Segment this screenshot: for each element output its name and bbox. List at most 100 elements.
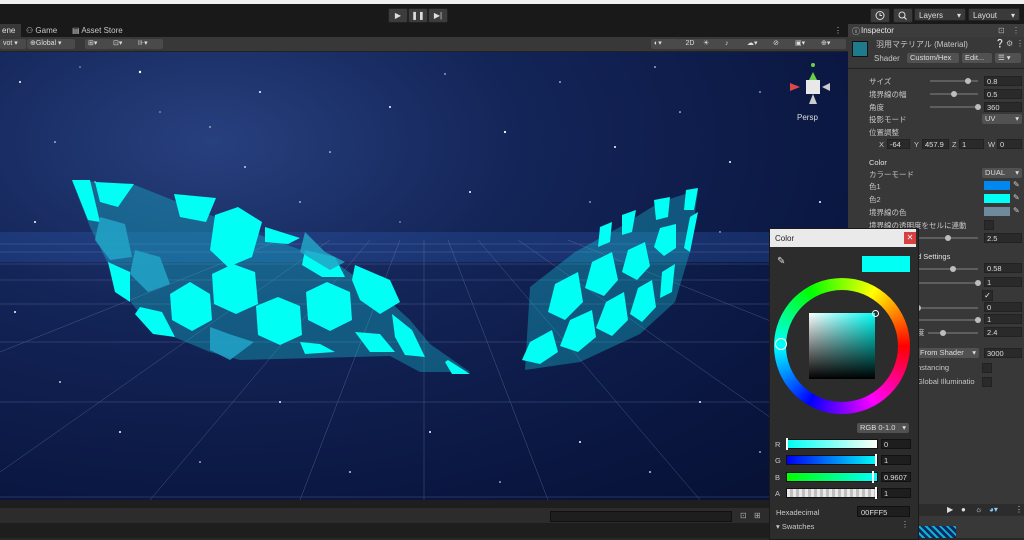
- link-opacity-field[interactable]: 2.5: [984, 233, 1022, 243]
- help-icon[interactable]: ❔: [995, 39, 1005, 48]
- tab-asset-store[interactable]: ▤ Asset Store: [72, 24, 123, 37]
- more-options-icon[interactable]: ⋮: [901, 520, 909, 529]
- border-width-field[interactable]: 0.5: [984, 89, 1022, 99]
- b-field[interactable]: 0.9607: [881, 472, 911, 482]
- search-input[interactable]: [550, 511, 732, 522]
- inspector-tab-label[interactable]: Inspector: [861, 26, 894, 35]
- scene-view[interactable]: Persp: [0, 52, 848, 500]
- angle-slider-knob[interactable]: [975, 104, 981, 110]
- adv-slider-4[interactable]: [918, 319, 978, 321]
- close-icon[interactable]: ✕: [904, 232, 916, 244]
- pause-button[interactable]: ❚❚: [408, 8, 428, 23]
- pos-z-field[interactable]: 1: [959, 139, 984, 149]
- eyedropper-icon[interactable]: ✎: [1013, 180, 1020, 189]
- g-field[interactable]: 1: [881, 455, 911, 465]
- color-mode-dropdown[interactable]: DUAL ▾: [982, 168, 1022, 178]
- border-width-slider-knob[interactable]: [951, 91, 957, 97]
- step-button[interactable]: ▶|: [428, 8, 448, 23]
- lighting-icon[interactable]: ☀: [700, 39, 724, 49]
- lock-icon[interactable]: ⊡: [740, 511, 749, 520]
- r-slider-knob[interactable]: [786, 438, 788, 450]
- tab-game[interactable]: ⚇ Game: [26, 24, 57, 37]
- link-opacity-slider-knob[interactable]: [945, 235, 951, 241]
- shape-dropdown-icon[interactable]: ◕▾: [989, 505, 998, 514]
- adv-slider-1-knob[interactable]: [949, 266, 956, 272]
- sv-picker-handle[interactable]: [872, 310, 879, 317]
- shader-dropdown[interactable]: Custom/Hex: [907, 53, 959, 63]
- draw-mode-icon[interactable]: ◐▾: [651, 39, 679, 49]
- shader-menu-button[interactable]: ☰ ▾: [995, 53, 1021, 63]
- grid-snap-icon[interactable]: ⊞▾: [85, 39, 111, 49]
- r-field[interactable]: 0: [881, 439, 911, 449]
- tab-scene[interactable]: ene: [0, 24, 22, 37]
- a-slider[interactable]: [786, 488, 878, 498]
- ruler-icon[interactable]: ⊪▾: [135, 39, 163, 49]
- adv-slider-5-knob[interactable]: [940, 330, 946, 336]
- lock-icon[interactable]: ⊡: [998, 26, 1005, 35]
- eyedropper-icon[interactable]: ✎: [1013, 193, 1020, 202]
- adv-slider-4-knob[interactable]: [975, 317, 981, 323]
- adv-slider-5[interactable]: [928, 332, 978, 334]
- audio-icon[interactable]: ♪: [722, 39, 746, 49]
- adv-field-3[interactable]: 0: [984, 302, 1022, 312]
- sphere-icon[interactable]: ●: [961, 505, 966, 514]
- eyedropper-icon[interactable]: ✎: [1013, 206, 1020, 215]
- angle-field[interactable]: 360: [984, 102, 1022, 112]
- layout-dropdown[interactable]: Layout ▾: [968, 8, 1020, 21]
- b-slider[interactable]: [786, 472, 878, 482]
- render-queue-field[interactable]: 3000: [984, 348, 1022, 358]
- adv-slider-2-knob[interactable]: [975, 280, 981, 286]
- swatches-header[interactable]: ▾ Swatches: [776, 522, 814, 531]
- more-options-icon[interactable]: ⋮: [1016, 39, 1024, 48]
- play-icon[interactable]: ▶: [947, 505, 953, 514]
- checkmark-icon[interactable]: ✓: [982, 290, 993, 301]
- orientation-gizmo[interactable]: [790, 63, 830, 104]
- settings-icon[interactable]: ⚙: [1006, 39, 1013, 48]
- pos-y-field[interactable]: 457.9: [922, 139, 949, 149]
- adv-slider-1[interactable]: [918, 268, 978, 270]
- eyedropper-icon[interactable]: ✎: [777, 256, 785, 267]
- a-slider-knob[interactable]: [875, 487, 877, 499]
- projection-dropdown[interactable]: UV ▾: [982, 114, 1022, 124]
- pivot-dropdown[interactable]: vot ▾: [0, 39, 26, 49]
- instancing-checkbox[interactable]: [982, 363, 992, 373]
- hex-field[interactable]: 00FFF5: [857, 506, 910, 517]
- adv-field-5[interactable]: 2.4: [984, 327, 1022, 337]
- light-icon[interactable]: ☼: [975, 505, 982, 514]
- global-dropdown[interactable]: ⊕Global ▾: [27, 39, 75, 49]
- b-slider-knob[interactable]: [871, 471, 874, 483]
- persp-label[interactable]: Persp: [797, 113, 818, 122]
- camera-icon[interactable]: ▣▾: [792, 39, 820, 49]
- more-options-icon[interactable]: ⋮: [834, 24, 842, 37]
- adv-slider-3[interactable]: [918, 307, 978, 309]
- render-queue-dropdown[interactable]: From Shader ▾: [917, 348, 979, 358]
- pos-w-field[interactable]: 0: [997, 139, 1022, 149]
- snap-increment-icon[interactable]: ⊡▾: [110, 39, 136, 49]
- adv-field-2[interactable]: 1: [984, 277, 1022, 287]
- angle-slider[interactable]: [930, 106, 978, 108]
- saturation-value-square[interactable]: [809, 313, 875, 379]
- more-options-icon[interactable]: ⋮: [1012, 26, 1020, 35]
- edit-shader-button[interactable]: Edit...: [962, 53, 992, 63]
- gizmos-icon[interactable]: ⊕▾: [818, 39, 846, 49]
- layers-dropdown[interactable]: Layers ▾: [914, 8, 966, 21]
- search-icon[interactable]: [893, 8, 913, 23]
- hue-picker-handle[interactable]: [775, 338, 787, 350]
- adv-field-4[interactable]: 1: [984, 314, 1022, 324]
- pos-x-field[interactable]: -64: [887, 139, 910, 149]
- filter-icon[interactable]: ⊞: [754, 511, 763, 520]
- adv-slider-2[interactable]: [918, 282, 978, 284]
- size-field[interactable]: 0.8: [984, 76, 1022, 86]
- toggle-2d-button[interactable]: 2D: [678, 39, 702, 49]
- hidden-objects-icon[interactable]: ⊘: [770, 39, 794, 49]
- history-icon[interactable]: [870, 8, 890, 23]
- g-slider[interactable]: [786, 455, 878, 465]
- link-opacity-checkbox[interactable]: [984, 220, 994, 230]
- g-slider-knob[interactable]: [875, 454, 877, 466]
- color2-swatch[interactable]: [984, 194, 1010, 203]
- r-slider[interactable]: [786, 439, 878, 449]
- color-picker-titlebar[interactable]: Color ✕: [770, 229, 916, 247]
- border-color-swatch[interactable]: [984, 207, 1010, 216]
- color1-swatch[interactable]: [984, 181, 1010, 190]
- more-options-icon[interactable]: ⋮: [1015, 505, 1023, 514]
